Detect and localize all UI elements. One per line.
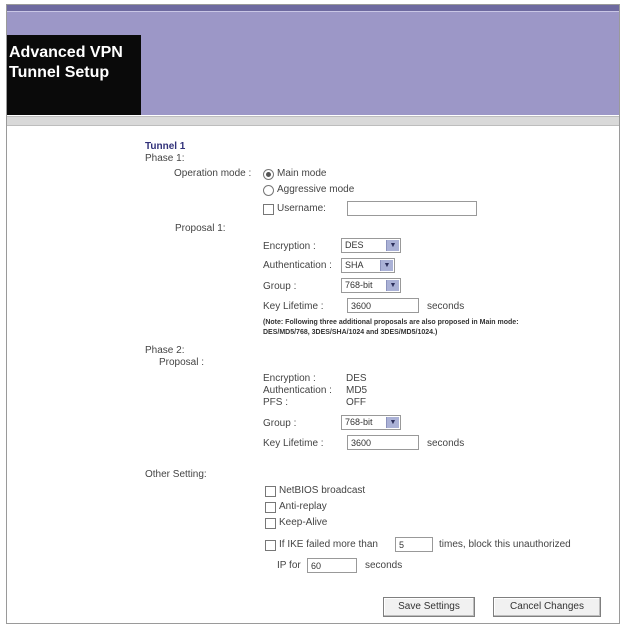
antireplay-checkbox[interactable] xyxy=(265,502,276,513)
aggressive-mode-radio[interactable] xyxy=(263,185,274,196)
page-title-line1: Advanced VPN xyxy=(9,44,123,61)
p2-key-lifetime-label: Key Lifetime : xyxy=(263,438,324,449)
p2-group-label: Group : xyxy=(263,418,297,429)
page-title-line2: Tunnel Setup xyxy=(9,64,110,81)
chevron-down-icon: ▼ xyxy=(386,417,399,428)
page-title: Advanced VPN Tunnel Setup xyxy=(7,35,141,115)
vpn-setup-frame: Advanced VPN Tunnel Setup Tunnel 1 Phase… xyxy=(6,4,620,624)
phase2-proposal-label: Proposal : xyxy=(159,357,205,368)
ike-label-pre: If IKE failed more than xyxy=(279,539,378,550)
p2-group-select[interactable]: 768-bit ▼ xyxy=(341,415,401,430)
p1-authentication-label: Authentication : xyxy=(263,260,332,271)
operation-mode-label: Operation mode : xyxy=(174,168,252,179)
ip-for-input[interactable] xyxy=(307,558,357,573)
p1-group-label: Group : xyxy=(263,281,297,292)
p2-pfs-label: PFS : xyxy=(263,397,289,408)
p1-note-line2: DES/MD5/768, 3DES/SHA/1024 and 3DES/MD5/… xyxy=(263,329,438,336)
tunnel-title: Tunnel 1 xyxy=(145,141,186,152)
header-highlight-line xyxy=(7,11,619,12)
main-mode-label: Main mode xyxy=(277,168,327,179)
keepalive-label: Keep-Alive xyxy=(279,517,328,528)
save-settings-button[interactable]: Save Settings xyxy=(383,597,475,617)
p2-authentication-label: Authentication : xyxy=(263,385,332,396)
p1-seconds-label: seconds xyxy=(427,301,465,312)
p1-key-lifetime-label: Key Lifetime : xyxy=(263,301,324,312)
p2-authentication-value: MD5 xyxy=(346,385,368,396)
netbios-label: NetBIOS broadcast xyxy=(279,485,366,496)
username-label: Username: xyxy=(277,203,326,214)
chevron-down-icon: ▼ xyxy=(386,280,399,291)
main-mode-radio[interactable] xyxy=(263,169,274,180)
aggressive-mode-label: Aggressive mode xyxy=(277,184,355,195)
p1-encryption-value: DES xyxy=(345,240,364,250)
p1-authentication-value: SHA xyxy=(345,260,364,270)
p2-pfs-value: OFF xyxy=(346,397,366,408)
username-input[interactable] xyxy=(347,201,477,216)
proposal1-label: Proposal 1: xyxy=(175,223,226,234)
netbios-checkbox[interactable] xyxy=(265,486,276,497)
chevron-down-icon: ▼ xyxy=(386,240,399,251)
p2-encryption-label: Encryption : xyxy=(263,373,316,384)
p2-seconds-label: seconds xyxy=(427,438,465,449)
ike-label-post: times, block this unauthorized xyxy=(439,539,571,550)
p1-group-select[interactable]: 768-bit ▼ xyxy=(341,278,401,293)
p1-group-value: 768-bit xyxy=(345,280,373,290)
other-setting-label: Other Setting: xyxy=(145,469,207,480)
phase1-label: Phase 1: xyxy=(145,153,185,164)
p1-encryption-label: Encryption : xyxy=(263,241,316,252)
p1-note-line1: (Note: Following three additional propos… xyxy=(263,319,519,326)
p2-key-lifetime-input[interactable] xyxy=(347,435,419,450)
ip-for-label: IP for xyxy=(277,560,301,571)
keepalive-checkbox[interactable] xyxy=(265,518,276,529)
username-checkbox[interactable] xyxy=(263,204,274,215)
header-banner: Advanced VPN Tunnel Setup xyxy=(7,5,619,115)
antireplay-label: Anti-replay xyxy=(279,501,327,512)
cancel-changes-button[interactable]: Cancel Changes xyxy=(493,597,601,617)
p1-encryption-select[interactable]: DES ▼ xyxy=(341,238,401,253)
p1-key-lifetime-input[interactable] xyxy=(347,298,419,313)
p1-authentication-select[interactable]: SHA ▼ xyxy=(341,258,395,273)
ike-times-input[interactable] xyxy=(395,537,433,552)
p2-encryption-value: DES xyxy=(346,373,367,384)
phase2-label: Phase 2: xyxy=(145,345,185,356)
p2-group-value: 768-bit xyxy=(345,417,373,427)
ike-block-checkbox[interactable] xyxy=(265,540,276,551)
header-separator xyxy=(7,116,619,126)
chevron-down-icon: ▼ xyxy=(380,260,393,271)
ip-for-seconds-label: seconds xyxy=(365,560,403,571)
